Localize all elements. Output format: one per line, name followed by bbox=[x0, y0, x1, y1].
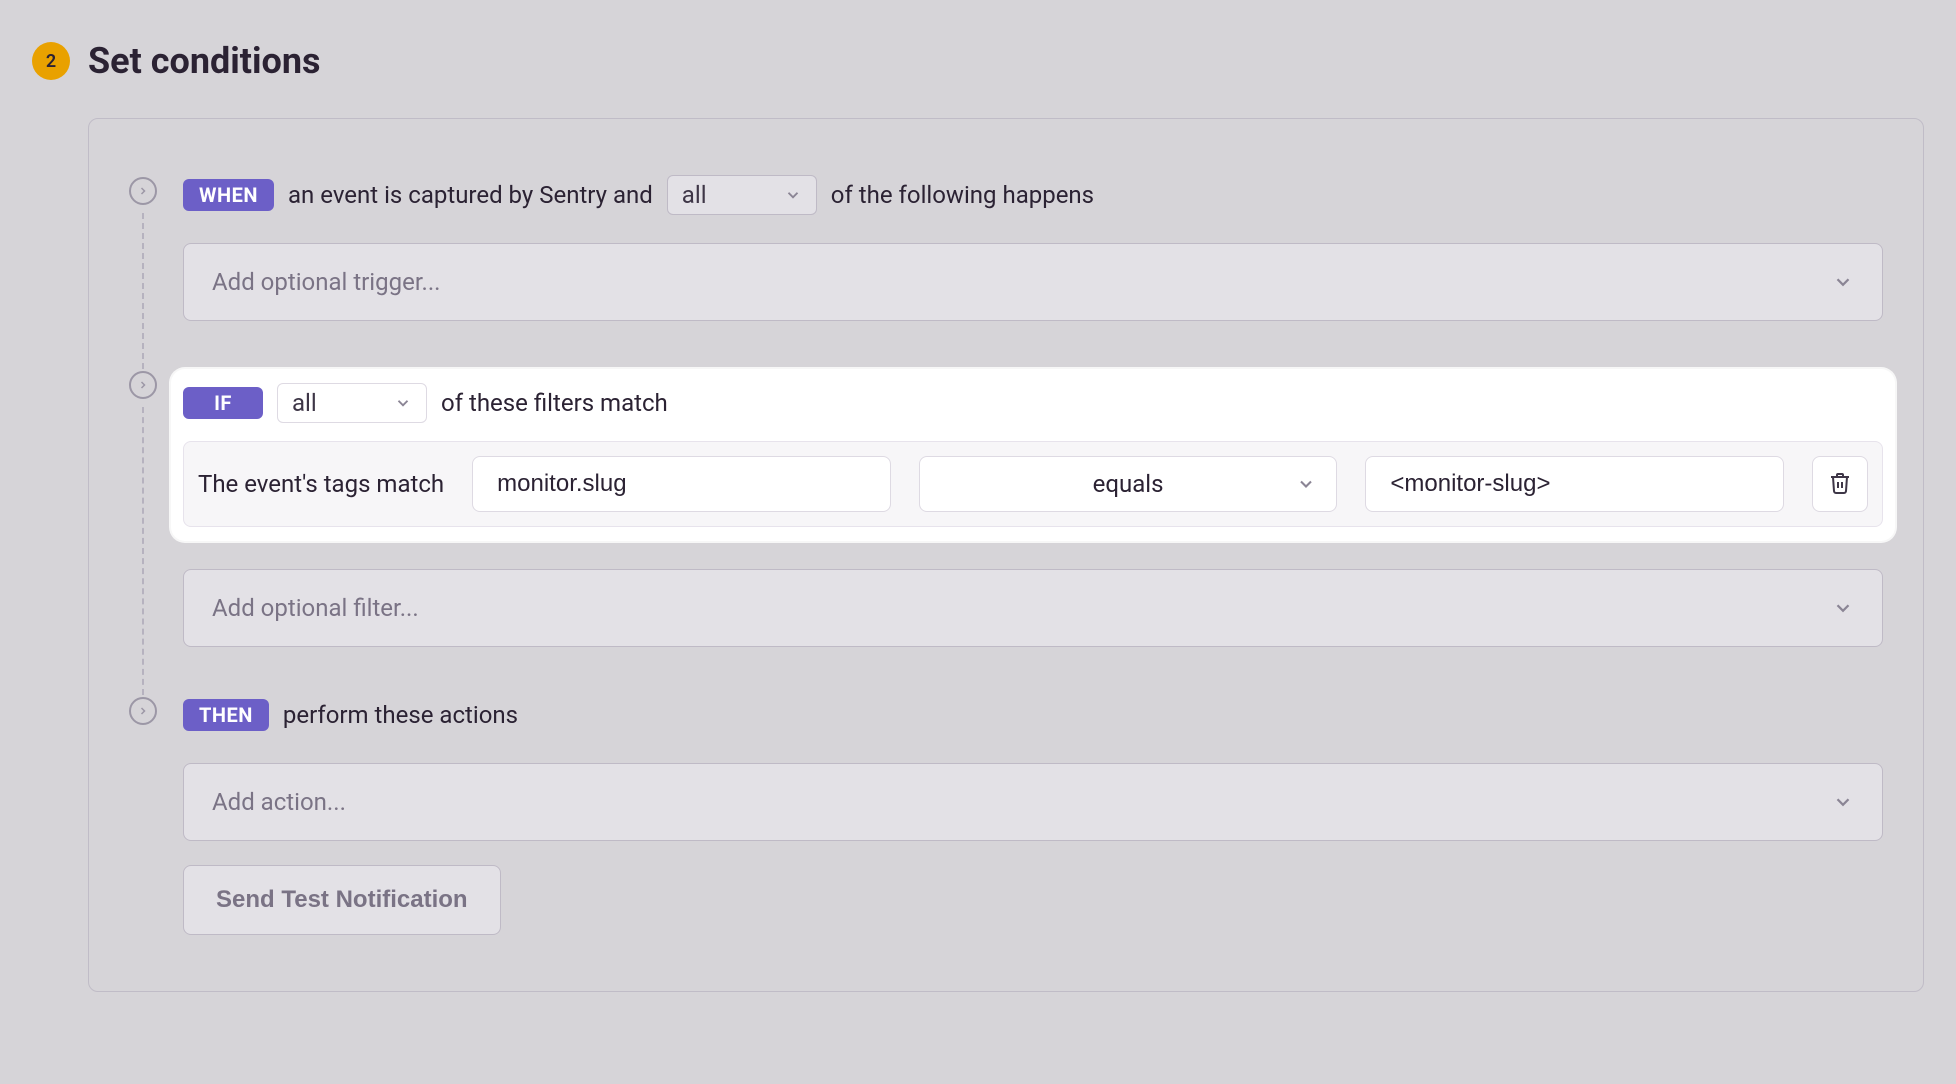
send-test-notification-button[interactable]: Send Test Notification bbox=[183, 865, 501, 935]
then-gutter bbox=[129, 697, 157, 725]
gutter-line bbox=[142, 407, 144, 695]
chevron-circle-icon bbox=[129, 697, 157, 725]
then-block: THEN perform these actions Add action...… bbox=[129, 695, 1883, 935]
if-gutter bbox=[129, 371, 157, 695]
add-action-placeholder: Add action... bbox=[212, 788, 346, 816]
add-trigger-select[interactable]: Add optional trigger... bbox=[183, 243, 1883, 321]
tag-operator-select[interactable]: equals bbox=[919, 456, 1338, 512]
trash-icon bbox=[1828, 471, 1852, 498]
conditions-panel: WHEN an event is captured by Sentry and … bbox=[88, 118, 1924, 992]
when-text-before: an event is captured by Sentry and bbox=[288, 181, 653, 209]
chevron-down-icon bbox=[1296, 474, 1316, 494]
gutter-line bbox=[142, 213, 144, 369]
then-badge: THEN bbox=[183, 699, 269, 731]
chevron-down-icon bbox=[394, 394, 412, 412]
when-match-value: all bbox=[682, 181, 707, 209]
section-title: Set conditions bbox=[88, 40, 321, 82]
if-match-select[interactable]: all bbox=[277, 383, 427, 423]
then-text-after: perform these actions bbox=[283, 701, 518, 729]
when-gutter bbox=[129, 177, 157, 369]
then-header: THEN perform these actions bbox=[183, 695, 1883, 735]
step-number: 2 bbox=[46, 51, 56, 72]
if-match-value: all bbox=[292, 389, 317, 417]
when-block: WHEN an event is captured by Sentry and … bbox=[129, 175, 1883, 321]
chevron-down-icon bbox=[1832, 271, 1854, 293]
add-filter-placeholder: Add optional filter... bbox=[212, 594, 419, 622]
when-header: WHEN an event is captured by Sentry and … bbox=[183, 175, 1883, 215]
add-filter-select[interactable]: Add optional filter... bbox=[183, 569, 1883, 647]
step-number-badge: 2 bbox=[32, 42, 70, 80]
when-match-select[interactable]: all bbox=[667, 175, 817, 215]
when-text-after: of the following happens bbox=[831, 181, 1094, 209]
send-test-label: Send Test Notification bbox=[216, 886, 468, 914]
if-highlight-card: IF all of these filters match The event'… bbox=[171, 369, 1895, 541]
if-text-after: of these filters match bbox=[441, 389, 668, 417]
add-action-select[interactable]: Add action... bbox=[183, 763, 1883, 841]
chevron-down-icon bbox=[1832, 791, 1854, 813]
delete-filter-button[interactable] bbox=[1812, 456, 1868, 512]
if-header: IF all of these filters match bbox=[183, 383, 1883, 423]
tag-key-input[interactable] bbox=[472, 456, 891, 512]
if-badge: IF bbox=[183, 387, 263, 419]
if-block: IF all of these filters match The event'… bbox=[129, 369, 1883, 647]
when-badge: WHEN bbox=[183, 179, 274, 211]
tag-value-input[interactable] bbox=[1365, 456, 1784, 512]
chevron-circle-icon bbox=[129, 177, 157, 205]
chevron-down-icon bbox=[784, 186, 802, 204]
chevron-down-icon bbox=[1832, 597, 1854, 619]
tag-filter-label: The event's tags match bbox=[198, 470, 444, 498]
section-header: 2 Set conditions bbox=[32, 40, 1924, 82]
add-trigger-placeholder: Add optional trigger... bbox=[212, 268, 441, 296]
tag-filter-row: The event's tags match equals bbox=[183, 441, 1883, 527]
chevron-circle-icon bbox=[129, 371, 157, 399]
tag-operator-value: equals bbox=[1093, 470, 1164, 498]
